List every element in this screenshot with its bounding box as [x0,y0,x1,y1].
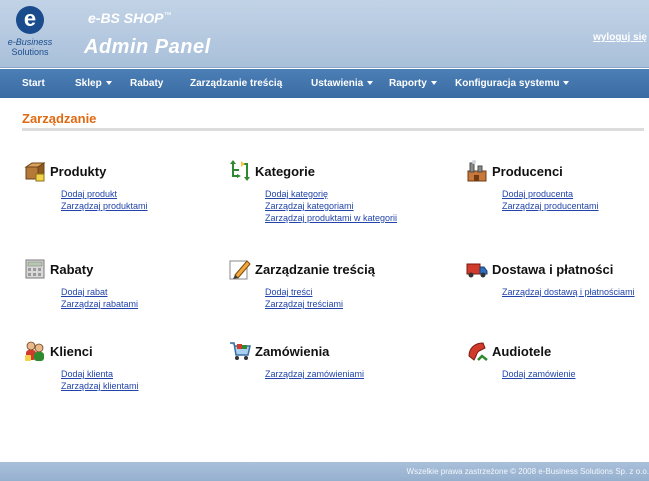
header: e e-Business Solutions e-BS SHOP™ Admin … [0,0,649,68]
section-title: Producenci [492,163,563,179]
footer: Wszelkie prawa zastrzeżone © 2008 e-Busi… [0,462,649,481]
shop-title: e-BS SHOP™ [88,10,171,26]
chevron-down-icon [430,81,437,85]
logo: e e-Business Solutions [6,6,54,62]
section-header: Producenci [466,160,599,182]
section-header: Rabaty [24,258,138,280]
section-title: Produkty [50,163,107,179]
logo-line-2: Solutions [11,47,49,57]
boxes-icon [24,162,46,182]
shop-title-text: e-BS SHOP [88,10,164,26]
link-zarzadzaj-rabatami[interactable]: Zarządzaj rabatami [61,298,138,310]
link-zarzadzaj-produktami-w-kategorii[interactable]: Zarządzaj produktami w kategorii [265,212,397,224]
link-dodaj-producenta[interactable]: Dodaj producenta [502,188,599,200]
nav-label: Zarządzanie treścią [190,78,283,89]
section-header: Zamówienia [229,340,364,362]
section-audiotele: Audiotele Dodaj zamówienie [466,340,576,380]
logo-line-1: e-Business [7,37,53,47]
section-header: Kategorie [229,160,397,182]
nav-raporty[interactable]: Raporty [389,78,437,89]
link-dodaj-klienta[interactable]: Dodaj klienta [61,368,139,380]
section-rabaty: Rabaty Dodaj rabat Zarządzaj rabatami [24,258,138,310]
section-header: Dostawa i płatności [466,258,635,280]
section-zarzadzanie-trescia: Zarządzanie treścią Dodaj treści Zarządz… [229,258,375,310]
section-zamowienia: Zamówienia Zarządzaj zamówieniami [229,340,364,380]
section-links: Dodaj treści Zarządzaj treściami [265,286,375,310]
section-links: Dodaj kategorię Zarządzaj kategoriami Za… [265,188,397,224]
section-links: Dodaj producenta Zarządzaj producentami [502,188,599,212]
nav-label: Rabaty [130,78,164,89]
link-dodaj-kategorie[interactable]: Dodaj kategorię [265,188,397,200]
section-producenci: Producenci Dodaj producenta Zarządzaj pr… [466,160,599,212]
link-zarzadzaj-produktami[interactable]: Zarządzaj produktami [61,200,148,212]
section-dostawa: Dostawa i płatności Zarządzaj dostawą i … [466,258,635,298]
link-zarzadzaj-dostawa[interactable]: Zarządzaj dostawą i płatnościami [502,286,635,298]
section-klienci: Klienci Dodaj klienta Zarządzaj klientam… [24,340,139,392]
link-dodaj-zamowienie[interactable]: Dodaj zamówienie [502,368,576,380]
main-nav: Start Sklep Rabaty Zarządzanie treścią U… [0,69,649,98]
link-zarzadzaj-kategoriami[interactable]: Zarządzaj kategoriami [265,200,397,212]
section-title: Zarządzanie treścią [255,261,375,277]
section-links: Zarządzaj zamówieniami [265,368,364,380]
section-title: Audiotele [492,343,552,359]
link-dodaj-rabat[interactable]: Dodaj rabat [61,286,138,298]
section-produkty: Produkty Dodaj produkt Zarządzaj produkt… [24,160,148,212]
phone-icon [468,342,488,361]
nav-sklep[interactable]: Sklep [75,78,112,89]
nav-zarzadzanie-trescia[interactable]: Zarządzanie treścią [190,78,282,89]
panel-title: Admin Panel [84,36,211,58]
section-header: Produkty [24,160,148,182]
section-header: Klienci [24,340,139,362]
link-zarzadzaj-zamowieniami[interactable]: Zarządzaj zamówieniami [265,368,364,380]
section-links: Dodaj klienta Zarządzaj klientami [61,368,139,392]
pencil-icon [229,260,251,280]
section-links: Dodaj produkt Zarządzaj produktami [61,188,148,212]
nav-start[interactable]: Start [22,78,45,89]
section-header: Zarządzanie treścią [229,258,375,280]
nav-label: Konfiguracja systemu [455,78,560,89]
logout-link[interactable]: wyloguj się [593,32,647,43]
nav-ustawienia[interactable]: Ustawienia [311,78,374,89]
truck-icon [466,263,488,278]
nav-rabaty[interactable]: Rabaty [130,78,163,89]
section-title: Klienci [50,343,93,359]
logo-mark: e [16,6,44,34]
cart-icon [230,342,251,360]
admin-app: e e-Business Solutions e-BS SHOP™ Admin … [0,0,649,481]
section-title: Rabaty [50,261,94,277]
chevron-down-icon [367,81,374,85]
footer-copyright: Wszelkie prawa zastrzeżone © 2008 e-Busi… [406,467,649,476]
section-header: Audiotele [466,340,576,362]
factory-icon [467,160,487,182]
section-title: Dostawa i płatności [492,261,614,277]
section-title: Zamówienia [255,343,330,359]
nav-label: Sklep [75,78,102,89]
section-title: Kategorie [255,163,315,179]
section-links: Zarządzaj dostawą i płatnościami [502,286,635,298]
divider [22,128,644,131]
nav-label: Raporty [389,78,427,89]
users-icon [25,341,44,361]
trademark: ™ [163,10,172,20]
chevron-down-icon [105,81,112,85]
link-zarzadzaj-klientami[interactable]: Zarządzaj klientami [61,380,139,392]
nav-label: Start [22,78,45,89]
link-zarzadzaj-producentami[interactable]: Zarządzaj producentami [502,200,599,212]
page-title: Zarządzanie [22,111,97,126]
chevron-down-icon [563,81,570,85]
tree-icon [230,160,250,181]
nav-konfiguracja[interactable]: Konfiguracja systemu [455,78,570,89]
section-links: Dodaj rabat Zarządzaj rabatami [61,286,138,310]
link-dodaj-tresci[interactable]: Dodaj treści [265,286,375,298]
section-links: Dodaj zamówienie [502,368,576,380]
nav-label: Ustawienia [311,78,364,89]
section-kategorie: Kategorie Dodaj kategorię Zarządzaj kate… [229,160,397,224]
link-zarzadzaj-tresciami[interactable]: Zarządzaj treściami [265,298,375,310]
calculator-icon [25,259,45,279]
link-dodaj-produkt[interactable]: Dodaj produkt [61,188,148,200]
